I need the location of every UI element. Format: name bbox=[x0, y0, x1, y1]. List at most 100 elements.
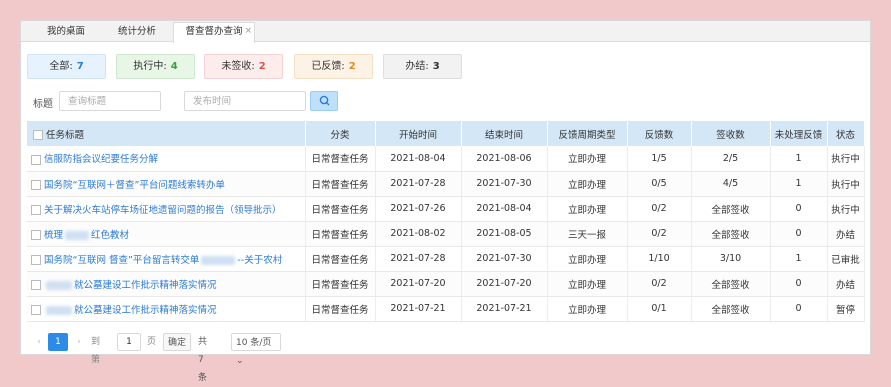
goto-page-input[interactable] bbox=[117, 333, 141, 351]
cell-feedback: 1/10 bbox=[627, 246, 692, 272]
table-row[interactable]: 梳理 红色教材 日常督查任务 2021-08-02 2021-08-05 三天一报… bbox=[27, 221, 865, 247]
column-header-end: 结束时间 bbox=[461, 121, 548, 146]
search-button[interactable] bbox=[310, 91, 338, 111]
tab-statistics[interactable]: 统计分析 bbox=[101, 23, 173, 42]
task-title-link[interactable]: 信服防指会议纪要任务分解 bbox=[44, 154, 158, 165]
row-checkbox[interactable] bbox=[31, 280, 41, 290]
summary-in-progress[interactable]: 执行中: 4 bbox=[116, 54, 195, 79]
cell-signed: 全部签收 bbox=[691, 221, 771, 247]
select-all-checkbox[interactable] bbox=[33, 130, 43, 140]
cell-signed: 4/5 bbox=[691, 171, 771, 197]
cell-start: 2021-07-21 bbox=[375, 296, 462, 322]
column-header-feedback: 反馈数 bbox=[627, 121, 692, 146]
cell-pending: 0 bbox=[770, 296, 828, 322]
column-header-title[interactable]: 任务标题 bbox=[27, 121, 306, 146]
summary-all-count: 7 bbox=[76, 61, 84, 72]
task-title-prefix: 梳理 bbox=[44, 229, 64, 241]
cell-start: 2021-08-04 bbox=[375, 146, 462, 172]
column-header-category: 分类 bbox=[305, 121, 376, 146]
task-title-prefix: 国务院“互联网 督查”平台留言转交单 bbox=[44, 254, 200, 266]
table-header: 任务标题 分类 开始时间 结束时间 反馈周期类型 反馈数 签收数 未处理反馈 状… bbox=[27, 121, 865, 146]
row-checkbox[interactable] bbox=[31, 154, 41, 165]
cell-category: 日常督查任务 bbox=[305, 296, 376, 322]
next-page-icon[interactable]: › bbox=[73, 333, 85, 351]
cell-status: 执行中 bbox=[827, 171, 865, 197]
summary-completed-count: 3 bbox=[432, 61, 440, 72]
row-checkbox[interactable] bbox=[31, 230, 41, 240]
task-title-link[interactable]: 就公墓建设工作批示精神落实情况 bbox=[44, 280, 217, 291]
cell-signed: 2/5 bbox=[691, 146, 771, 172]
table-row[interactable]: 国务院“互联网 督查”平台留言转交单 --关于农村 日常督查任务 2021-07-… bbox=[27, 246, 865, 272]
page-button-current[interactable]: 1 bbox=[48, 333, 68, 351]
task-title-suffix: 就公墓建设工作批示精神落实情况 bbox=[74, 279, 217, 291]
row-checkbox[interactable] bbox=[31, 180, 41, 190]
row-checkbox[interactable] bbox=[31, 255, 41, 265]
cell-end: 2021-07-30 bbox=[461, 246, 548, 272]
summary-feedback-count: 2 bbox=[348, 61, 356, 72]
cell-title: 国务院“互联网 督查”平台留言转交单 --关于农村 bbox=[27, 246, 306, 272]
confirm-button[interactable]: 确定 bbox=[163, 333, 191, 351]
main-window: 我的桌面 统计分析 督查督办查询 × 全部: 7 执行中: 4 未签收: 2 已反馈:… bbox=[20, 20, 871, 383]
publish-date-input[interactable] bbox=[184, 91, 306, 111]
cell-category: 日常督查任务 bbox=[305, 146, 376, 172]
cell-start: 2021-07-26 bbox=[375, 196, 462, 222]
title-search-input[interactable] bbox=[59, 91, 161, 111]
tab-bar: 我的桌面 统计分析 督查督办查询 × bbox=[21, 21, 870, 43]
summary-feedback-label: 已反馈: bbox=[311, 61, 345, 72]
tab-supervision-query[interactable]: 督查督办查询 × bbox=[173, 22, 255, 43]
cell-start: 2021-08-02 bbox=[375, 221, 462, 247]
summary-feedback[interactable]: 已反馈: 2 bbox=[294, 54, 373, 79]
close-icon[interactable]: × bbox=[244, 22, 252, 40]
table-row[interactable]: 就公墓建设工作批示精神落实情况 日常督查任务 2021-07-21 2021-0… bbox=[27, 296, 865, 322]
cell-category: 日常督查任务 bbox=[305, 196, 376, 222]
table-row[interactable]: 信服防指会议纪要任务分解 日常督查任务 2021-08-04 2021-08-0… bbox=[27, 146, 865, 172]
cell-signed: 全部签收 bbox=[691, 196, 771, 222]
cell-pending: 0 bbox=[770, 196, 828, 222]
cell-pending: 0 bbox=[770, 271, 828, 297]
page-size-select[interactable]: 10 条/页 ⌄ bbox=[231, 333, 281, 366]
cell-pending: 0 bbox=[770, 221, 828, 247]
cell-status: 执行中 bbox=[827, 146, 865, 172]
summary-unsigned[interactable]: 未签收: 2 bbox=[204, 54, 283, 79]
cell-pending: 1 bbox=[770, 246, 828, 272]
summary-unsigned-count: 2 bbox=[258, 61, 266, 72]
cell-title: 信服防指会议纪要任务分解 bbox=[27, 146, 306, 172]
total-count: 共 7 条 bbox=[198, 337, 208, 383]
page-size-value: 10 条/页 bbox=[236, 338, 272, 348]
task-title-suffix: 就公墓建设工作批示精神落实情况 bbox=[74, 304, 217, 316]
summary-completed-label: 办结: bbox=[405, 61, 429, 72]
table-row[interactable]: 国务院“互联网＋督查”平台问题线索转办单 日常督查任务 2021-07-28 2… bbox=[27, 171, 865, 197]
cell-status: 已审批 bbox=[827, 246, 865, 272]
cell-cycle: 立即办理 bbox=[547, 271, 628, 297]
row-checkbox[interactable] bbox=[31, 305, 41, 315]
page-unit-label: 页 bbox=[147, 337, 157, 347]
task-title-link[interactable]: 梳理 红色教材 bbox=[44, 230, 129, 241]
table-row[interactable]: 就公墓建设工作批示精神落实情况 日常督查任务 2021-07-20 2021-0… bbox=[27, 271, 865, 297]
tab-my-desktop[interactable]: 我的桌面 bbox=[31, 23, 101, 42]
cell-title: 就公墓建设工作批示精神落实情况 bbox=[27, 271, 306, 297]
summary-all[interactable]: 全部: 7 bbox=[27, 54, 106, 79]
column-header-cycle: 反馈周期类型 bbox=[547, 121, 628, 146]
cell-signed: 全部签收 bbox=[691, 296, 771, 322]
row-checkbox[interactable] bbox=[31, 205, 41, 215]
cell-feedback: 0/2 bbox=[627, 221, 692, 247]
cell-cycle: 立即办理 bbox=[547, 146, 628, 172]
cell-signed: 3/10 bbox=[691, 246, 771, 272]
cell-title: 就公墓建设工作批示精神落实情况 bbox=[27, 296, 306, 322]
cell-feedback: 0/1 bbox=[627, 296, 692, 322]
table-row[interactable]: 关于解决火车站停车场征地遗留问题的报告（领导批示） 日常督查任务 2021-07… bbox=[27, 196, 865, 222]
summary-completed[interactable]: 办结: 3 bbox=[383, 54, 462, 79]
task-title-link[interactable]: 国务院“互联网 督查”平台留言转交单 --关于农村 bbox=[44, 255, 282, 266]
task-title-link[interactable]: 就公墓建设工作批示精神落实情况 bbox=[44, 305, 217, 316]
chevron-down-icon: ⌄ bbox=[236, 356, 244, 366]
cell-status: 暂停 bbox=[827, 296, 865, 322]
cell-feedback: 0/2 bbox=[627, 196, 692, 222]
task-title-suffix: 红色教材 bbox=[91, 229, 130, 241]
cell-start: 2021-07-28 bbox=[375, 246, 462, 272]
prev-page-icon[interactable]: ‹ bbox=[33, 333, 45, 351]
summary-all-label: 全部: bbox=[49, 61, 73, 72]
task-title-link[interactable]: 关于解决火车站停车场征地遗留问题的报告（领导批示） bbox=[44, 205, 282, 216]
cell-end: 2021-08-06 bbox=[461, 146, 548, 172]
task-title-link[interactable]: 国务院“互联网＋督查”平台问题线索转办单 bbox=[44, 180, 225, 191]
cell-cycle: 三天一报 bbox=[547, 221, 628, 247]
